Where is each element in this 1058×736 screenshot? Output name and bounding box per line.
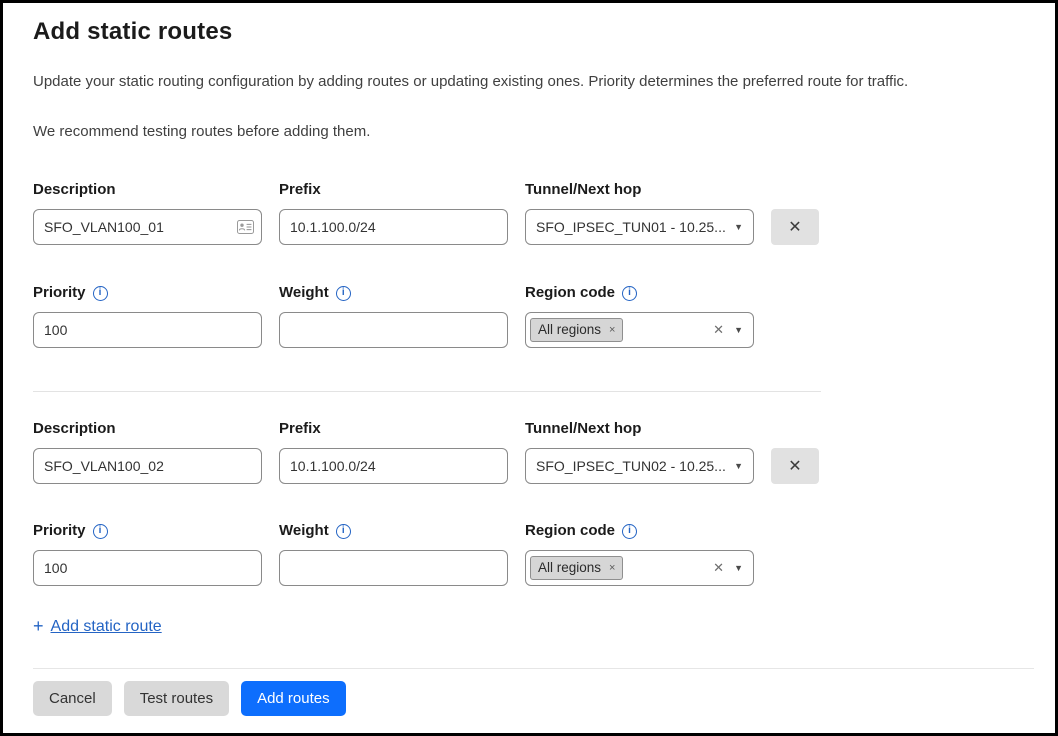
chevron-down-icon: ▼: [734, 325, 743, 335]
priority-input-1[interactable]: [33, 312, 262, 348]
add-static-route-link[interactable]: Add static route: [51, 618, 162, 636]
chip-close-icon[interactable]: ×: [609, 325, 615, 336]
chip-close-icon[interactable]: ×: [609, 563, 615, 574]
priority-label: Priority: [33, 283, 86, 303]
tunnel-field-2: Tunnel/Next hop SFO_IPSEC_TUN02 - 10.25.…: [525, 419, 754, 484]
tunnel-label: Tunnel/Next hop: [525, 419, 754, 439]
priority-label: Priority: [33, 521, 86, 541]
region-select-2[interactable]: All regions × ✕ ▼: [525, 550, 754, 586]
prefix-input-2[interactable]: [279, 448, 508, 484]
info-icon[interactable]: i: [622, 524, 637, 539]
prefix-input-1[interactable]: [279, 209, 508, 245]
priority-field-2: Priority i: [33, 521, 262, 586]
remove-route-button-1[interactable]: ✕: [771, 209, 819, 245]
priority-input-2[interactable]: [33, 550, 262, 586]
plus-icon: +: [33, 616, 44, 637]
info-icon[interactable]: i: [336, 524, 351, 539]
description-input-1[interactable]: [33, 209, 262, 245]
group-divider: [33, 391, 821, 392]
description-label: Description: [33, 180, 262, 200]
clear-icon[interactable]: ✕: [711, 560, 726, 576]
route-group-2: Description Prefix Tunnel/Next hop SFO_I…: [33, 419, 1037, 586]
tunnel-label: Tunnel/Next hop: [525, 180, 754, 200]
weight-field-1: Weight i: [279, 283, 508, 348]
prefix-field-1: Prefix: [279, 180, 508, 245]
region-field-2: Region code i All regions × ✕ ▼: [525, 521, 754, 586]
info-icon[interactable]: i: [622, 286, 637, 301]
dialog-note: We recommend testing routes before addin…: [33, 121, 1037, 142]
tunnel-select-value: SFO_IPSEC_TUN02 - 10.25...: [536, 458, 726, 474]
region-label: Region code: [525, 521, 615, 541]
region-tag: All regions ×: [530, 556, 623, 580]
info-icon[interactable]: i: [93, 524, 108, 539]
route-group-1: Description: [33, 180, 1037, 348]
region-tag-label: All regions: [538, 561, 601, 575]
dialog-description: Update your static routing configuration…: [33, 71, 1037, 92]
test-routes-button[interactable]: Test routes: [124, 681, 229, 716]
prefix-label: Prefix: [279, 419, 508, 439]
add-static-routes-dialog: Add static routes Update your static rou…: [0, 0, 1058, 736]
region-select-1[interactable]: All regions × ✕ ▼: [525, 312, 754, 348]
description-field-2: Description: [33, 419, 262, 484]
weight-field-2: Weight i: [279, 521, 508, 586]
weight-label: Weight: [279, 283, 329, 303]
region-label: Region code: [525, 283, 615, 303]
info-icon[interactable]: i: [93, 286, 108, 301]
description-field-1: Description: [33, 180, 262, 245]
prefix-field-2: Prefix: [279, 419, 508, 484]
weight-input-2[interactable]: [279, 550, 508, 586]
footer-actions: Cancel Test routes Add routes: [33, 681, 1037, 716]
tunnel-select-1[interactable]: SFO_IPSEC_TUN01 - 10.25... ▼: [525, 209, 754, 245]
close-icon: ✕: [788, 217, 801, 237]
description-label: Description: [33, 419, 262, 439]
clear-icon[interactable]: ✕: [711, 322, 726, 338]
prefix-label: Prefix: [279, 180, 508, 200]
region-field-1: Region code i All regions × ✕ ▼: [525, 283, 754, 348]
region-tag-label: All regions: [538, 323, 601, 337]
priority-field-1: Priority i: [33, 283, 262, 348]
tunnel-select-value: SFO_IPSEC_TUN01 - 10.25...: [536, 219, 726, 235]
page-title: Add static routes: [33, 17, 1037, 47]
chevron-down-icon: ▼: [734, 222, 743, 232]
chevron-down-icon: ▼: [734, 563, 743, 573]
weight-label: Weight: [279, 521, 329, 541]
add-static-route-row: + Add static route: [33, 616, 1037, 637]
add-routes-button[interactable]: Add routes: [241, 681, 346, 716]
tunnel-field-1: Tunnel/Next hop SFO_IPSEC_TUN01 - 10.25.…: [525, 180, 754, 245]
close-icon: ✕: [788, 456, 801, 476]
tunnel-select-2[interactable]: SFO_IPSEC_TUN02 - 10.25... ▼: [525, 448, 754, 484]
info-icon[interactable]: i: [336, 286, 351, 301]
remove-route-button-2[interactable]: ✕: [771, 448, 819, 484]
chevron-down-icon: ▼: [734, 461, 743, 471]
footer-divider: [33, 668, 1034, 669]
cancel-button[interactable]: Cancel: [33, 681, 112, 716]
region-tag: All regions ×: [530, 318, 623, 342]
weight-input-1[interactable]: [279, 312, 508, 348]
contact-card-icon[interactable]: [237, 220, 254, 234]
description-input-2[interactable]: [33, 448, 262, 484]
